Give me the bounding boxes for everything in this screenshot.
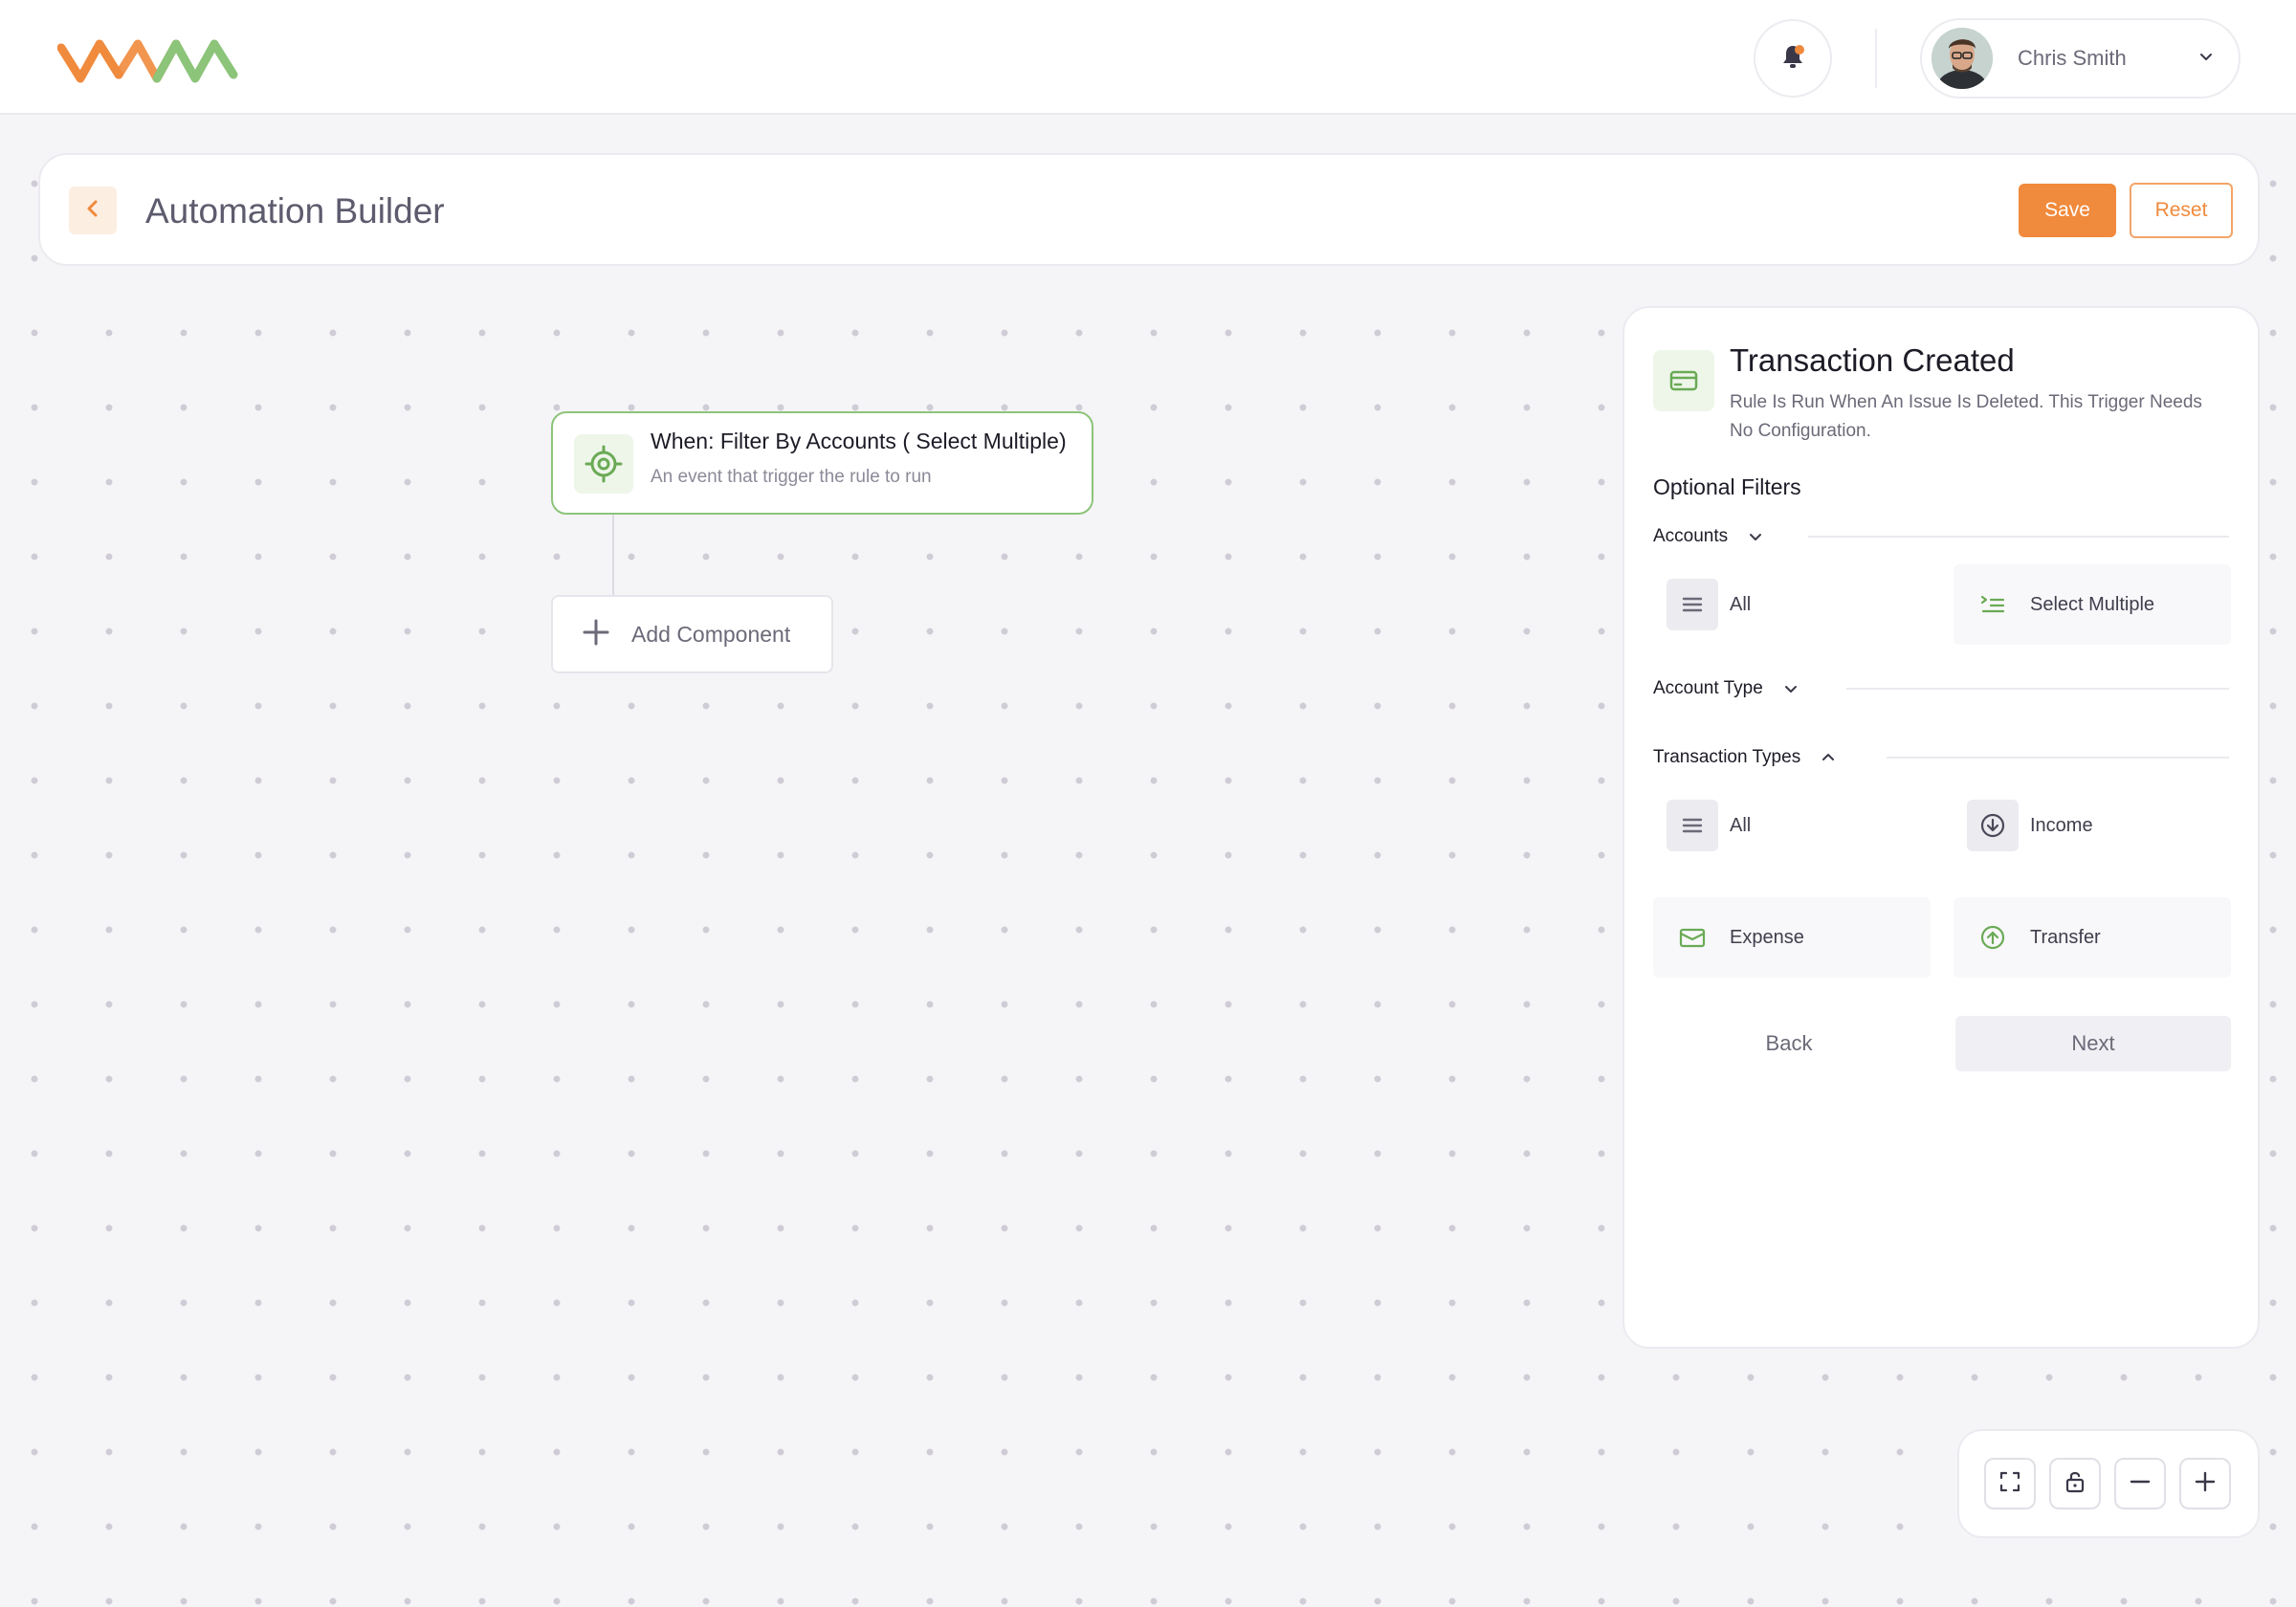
node-connector: [612, 515, 614, 595]
trigger-config-panel: Transaction Created Rule Is Run When An …: [1623, 306, 2260, 1349]
notifications-button[interactable]: [1754, 19, 1832, 98]
transaction-type-option-all[interactable]: All: [1653, 785, 1931, 866]
option-label: All: [1730, 814, 1752, 836]
next-step-button[interactable]: Next: [1955, 1016, 2231, 1071]
option-label: Select Multiple: [2030, 593, 2155, 615]
chevron-down-icon: [2197, 47, 2216, 71]
section-divider: [1887, 757, 2229, 759]
fullscreen-icon: [1998, 1469, 2022, 1499]
bell-icon: [1778, 42, 1807, 76]
option-label: Transfer: [2030, 926, 2101, 948]
user-menu-button[interactable]: Chris Smith: [1920, 18, 2241, 99]
minus-icon: [2128, 1469, 2152, 1499]
account-type-section-label: Account Type: [1653, 678, 1763, 698]
section-divider: [1846, 688, 2229, 690]
transaction-types-section-label: Transaction Types: [1653, 747, 1801, 767]
list-icon: [1667, 579, 1718, 630]
avatar: [1932, 28, 1993, 89]
arrow-up-circle-icon: [1967, 912, 2019, 963]
target-icon: [574, 434, 633, 494]
top-bar: Chris Smith: [0, 0, 2296, 115]
arrow-down-circle-icon: [1967, 800, 2019, 851]
unlock-icon: [2063, 1469, 2087, 1499]
transaction-type-option-income[interactable]: Income: [1954, 785, 2231, 866]
trigger-title: When: Filter By Accounts ( Select Multip…: [651, 429, 1067, 453]
option-label: Expense: [1730, 926, 1804, 948]
option-label: Income: [2030, 814, 2093, 836]
section-divider: [1808, 536, 2229, 538]
add-component-label: Add Component: [631, 621, 791, 647]
page-header: Automation Builder Save Reset: [38, 153, 2260, 266]
zoom-in-button[interactable]: [2179, 1458, 2231, 1509]
transaction-type-option-transfer[interactable]: Transfer: [1954, 897, 2231, 978]
accounts-section-label: Accounts: [1653, 526, 1729, 546]
plus-icon: [2193, 1469, 2218, 1499]
chevron-down-icon: [1782, 680, 1799, 697]
add-component-button[interactable]: Add Component: [551, 595, 833, 673]
option-label: All: [1730, 593, 1752, 615]
trigger-node[interactable]: When: Filter By Accounts ( Select Multip…: [551, 411, 1093, 515]
chevron-up-icon: [1820, 749, 1837, 766]
reset-button[interactable]: Reset: [2130, 183, 2233, 238]
optional-filters-heading: Optional Filters: [1653, 474, 1801, 499]
list-icon: [1667, 800, 1718, 851]
chevron-left-icon: [82, 198, 103, 224]
logo[interactable]: [56, 31, 239, 93]
lock-canvas-button[interactable]: [2049, 1458, 2101, 1509]
multi-select-icon: [1967, 579, 2019, 630]
transaction-type-option-expense[interactable]: Expense: [1653, 897, 1931, 978]
user-name: Chris Smith: [2018, 46, 2127, 70]
accounts-option-all[interactable]: All: [1653, 564, 1931, 645]
chevron-down-icon: [1747, 528, 1764, 545]
fit-view-button[interactable]: [1984, 1458, 2036, 1509]
panel-title: Transaction Created: [1730, 342, 2015, 378]
back-step-button[interactable]: Back: [1653, 1016, 1925, 1071]
back-button[interactable]: [69, 187, 117, 234]
transaction-types-section-toggle[interactable]: Transaction Types: [1653, 743, 1837, 772]
zoom-out-button[interactable]: [2114, 1458, 2166, 1509]
save-button[interactable]: Save: [2019, 184, 2116, 237]
plus-icon: [582, 618, 610, 651]
card-icon: [1653, 350, 1714, 411]
canvas-controls: [1957, 1429, 2260, 1538]
panel-description: Rule Is Run When An Issue Is Deleted. Th…: [1730, 392, 2202, 441]
header-divider: [1875, 29, 1877, 88]
wallet-icon: [1667, 912, 1718, 963]
accounts-option-select-multiple[interactable]: Select Multiple: [1954, 564, 2231, 645]
account-type-section-toggle[interactable]: Account Type: [1653, 674, 1799, 703]
accounts-section-toggle[interactable]: Accounts: [1653, 522, 1764, 551]
page-title: Automation Builder: [145, 191, 445, 231]
trigger-subtitle: An event that trigger the rule to run: [651, 467, 932, 487]
